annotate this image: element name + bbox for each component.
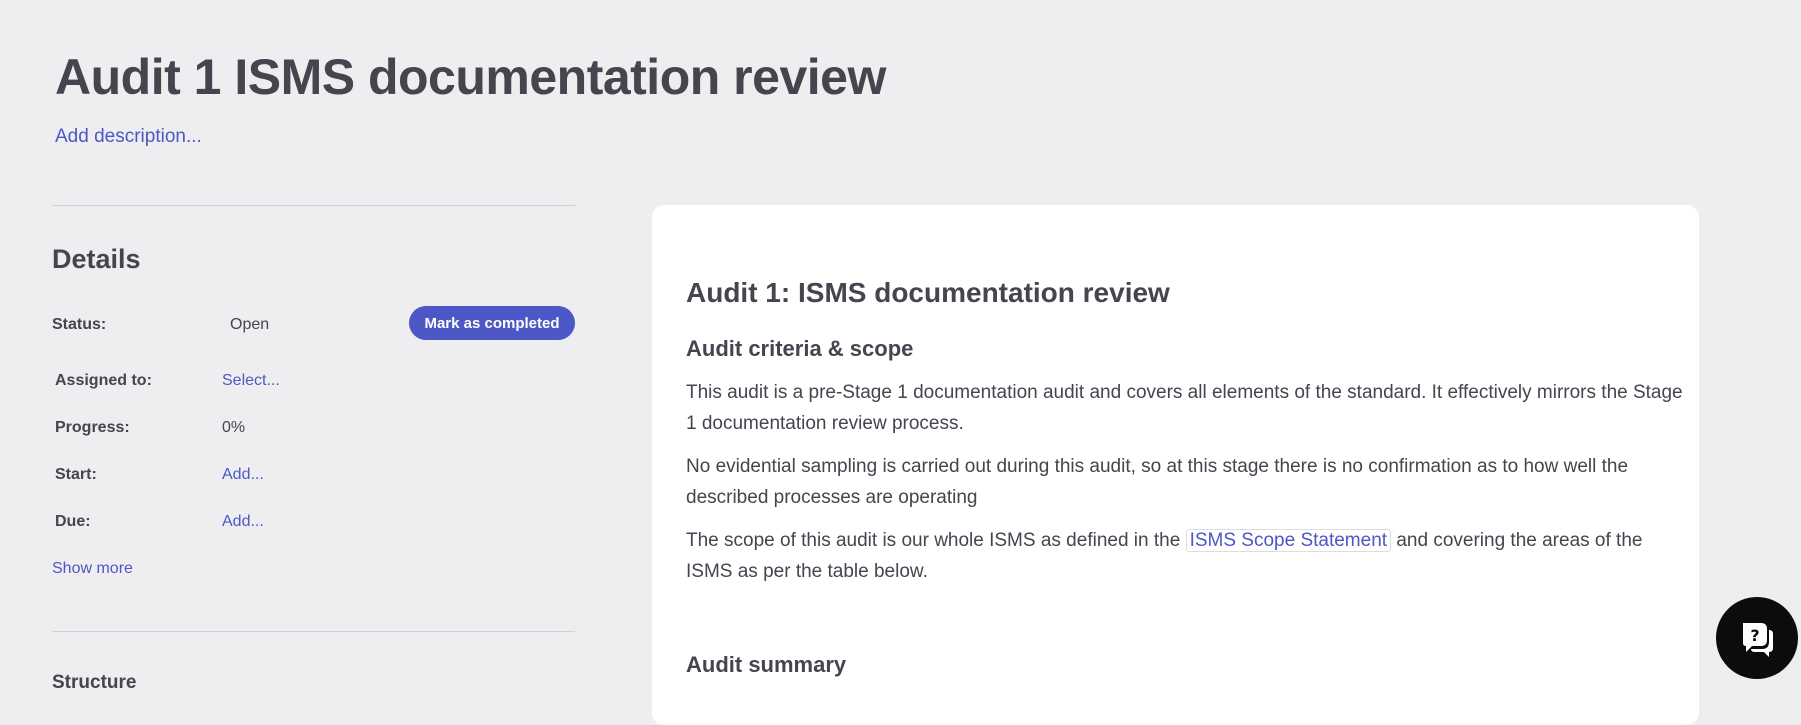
status-value: Open xyxy=(230,316,270,333)
isms-scope-statement-link[interactable]: ISMS Scope Statement xyxy=(1185,529,1392,552)
help-chat-button[interactable]: ? xyxy=(1716,597,1798,679)
audit-summary-heading: Audit summary xyxy=(686,652,847,677)
paragraph: No evidential sampling is carried out du… xyxy=(686,456,1629,508)
help-chat-icon: ? xyxy=(1743,623,1773,657)
criteria-heading: Audit criteria & scope xyxy=(686,336,914,361)
svg-text:?: ? xyxy=(1750,626,1759,645)
start-label: Start: xyxy=(55,466,97,483)
paragraph: This audit is a pre-Stage 1 documentatio… xyxy=(686,382,1683,434)
paragraph: The scope of this audit is our whole ISM… xyxy=(686,525,1686,587)
page-title[interactable]: Audit 1 ISMS documentation review xyxy=(55,44,886,110)
show-more-link[interactable]: Show more xyxy=(52,560,133,578)
status-label: Status: xyxy=(52,316,107,333)
start-date-add[interactable]: Add... xyxy=(222,466,264,484)
document-heading: Audit 1: ISMS documentation review xyxy=(686,277,1170,308)
due-label: Due: xyxy=(55,513,91,530)
progress-label: Progress: xyxy=(55,419,130,436)
add-description-link[interactable]: Add description... xyxy=(55,126,202,148)
paragraph-text: The scope of this audit is our whole ISM… xyxy=(686,530,1186,551)
details-heading: Details xyxy=(52,244,141,274)
due-date-add[interactable]: Add... xyxy=(222,513,264,531)
assigned-to-label: Assigned to: xyxy=(55,372,152,389)
assigned-to-select[interactable]: Select... xyxy=(222,372,280,390)
progress-value: 0% xyxy=(222,419,246,436)
divider xyxy=(52,205,575,206)
mark-as-completed-button[interactable]: Mark as completed xyxy=(409,306,575,340)
document-card: Audit 1: ISMS documentation review Audit… xyxy=(652,205,1699,725)
structure-heading: Structure xyxy=(52,672,137,693)
divider xyxy=(52,631,575,632)
